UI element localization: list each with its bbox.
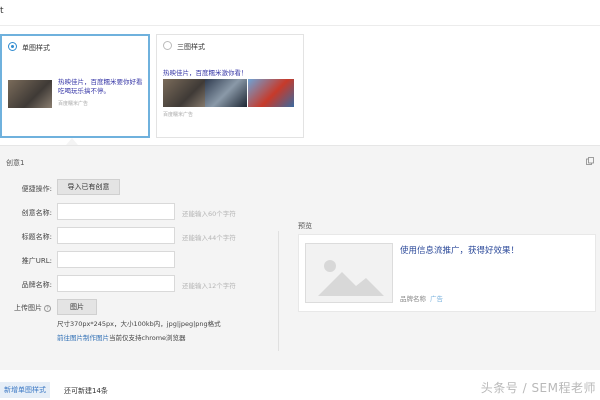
image-placeholder-icon [305,243,393,303]
single-style-ad-text: 热映佳片，百度糯米要你好看 吃喝玩乐搞不停。 [58,78,143,95]
top-strip: t [0,0,600,26]
section-divider [278,231,279,351]
creative-name-hint: 还能输入60个字符 [182,210,236,218]
title-name-input[interactable] [57,227,175,244]
single-style-label: 单图样式 [22,44,50,52]
promo-url-label: 推广URL: [21,257,52,265]
remaining-count: 还可新建14条 [64,387,108,395]
add-single-style-button[interactable]: 新增单图样式 [0,382,50,398]
single-style-thumbnail [8,80,52,108]
image-tool-line: 前往图片制作图片当前仅支持chrome浏览器 [57,332,186,342]
image-size-note: 尺寸370px*245px，大小100kb内，jpg|jpeg|png格式 [57,320,221,328]
triple-style-radio[interactable] [163,41,172,50]
preview-card: 使用信息流推广，获得好效果！ 品牌名称 广告 [298,234,596,312]
import-creative-button[interactable]: 导入已有创意 [57,179,120,195]
footer-bar: 新增单图样式 还可新建14条 头条号 / SEM程老师 [0,378,600,400]
preview-headline: 使用信息流推广，获得好效果！ [400,246,520,256]
triple-style-meta-site: 百度糯米 [163,112,184,118]
three-image-style-card[interactable]: 三图样式 热映佳片，百度糯米激你看！ 百度糯米 广告 [156,34,304,138]
preview-brand: 品牌名称 [400,295,426,303]
upload-image-label: 上传图片 [14,304,42,312]
creative-name-label: 创意名称: [21,209,52,217]
triple-style-thumbnail-3 [248,79,294,107]
title-name-label: 标题名称: [21,233,52,241]
header-fragment: t [0,6,4,16]
triple-style-thumbnail-1 [163,79,207,107]
copy-icon[interactable] [586,157,594,165]
brand-name-input[interactable] [57,275,175,292]
quick-action-label: 便捷操作: [21,185,52,193]
creative-name-input[interactable] [57,203,175,220]
triple-style-thumbnail-2 [205,79,247,107]
title-name-hint: 还能输入44个字符 [182,234,236,242]
selection-pointer [66,138,78,145]
triple-style-meta-ad: 广告 [183,112,194,118]
preview-label: 预览 [298,222,312,230]
single-style-radio[interactable] [8,42,17,51]
brand-name-hint: 还能输入12个字符 [182,282,236,290]
preview-ad-tag: 广告 [430,295,443,303]
image-tool-link[interactable]: 前往图片制作图片 [57,334,109,342]
single-style-meta-site: 百度糯米 [58,101,79,107]
upload-image-button[interactable]: 图片 [57,299,97,315]
preview-meta: 品牌名称 广告 [400,293,443,303]
brand-name-label: 品牌名称: [21,281,52,289]
single-style-meta-ad: 广告 [78,101,89,107]
triple-style-ad-text: 热映佳片，百度糯米激你看！ [163,69,248,77]
single-image-style-card[interactable]: 单图样式 热映佳片，百度糯米要你好看 吃喝玩乐搞不停。 百度糯米 广告 [0,34,150,138]
help-icon[interactable]: ? [44,304,51,312]
watermark: 头条号 / SEM程老师 [480,381,596,395]
browser-support-note: 当前仅支持chrome浏览器 [109,334,186,342]
promo-url-input[interactable] [57,251,175,268]
creative-panel: 创意1 便捷操作: 导入已有创意 创意名称: 还能输入60个字符 标题名称: 还… [0,145,600,370]
creative-title: 创意1 [6,159,25,167]
triple-style-label: 三图样式 [177,43,205,51]
